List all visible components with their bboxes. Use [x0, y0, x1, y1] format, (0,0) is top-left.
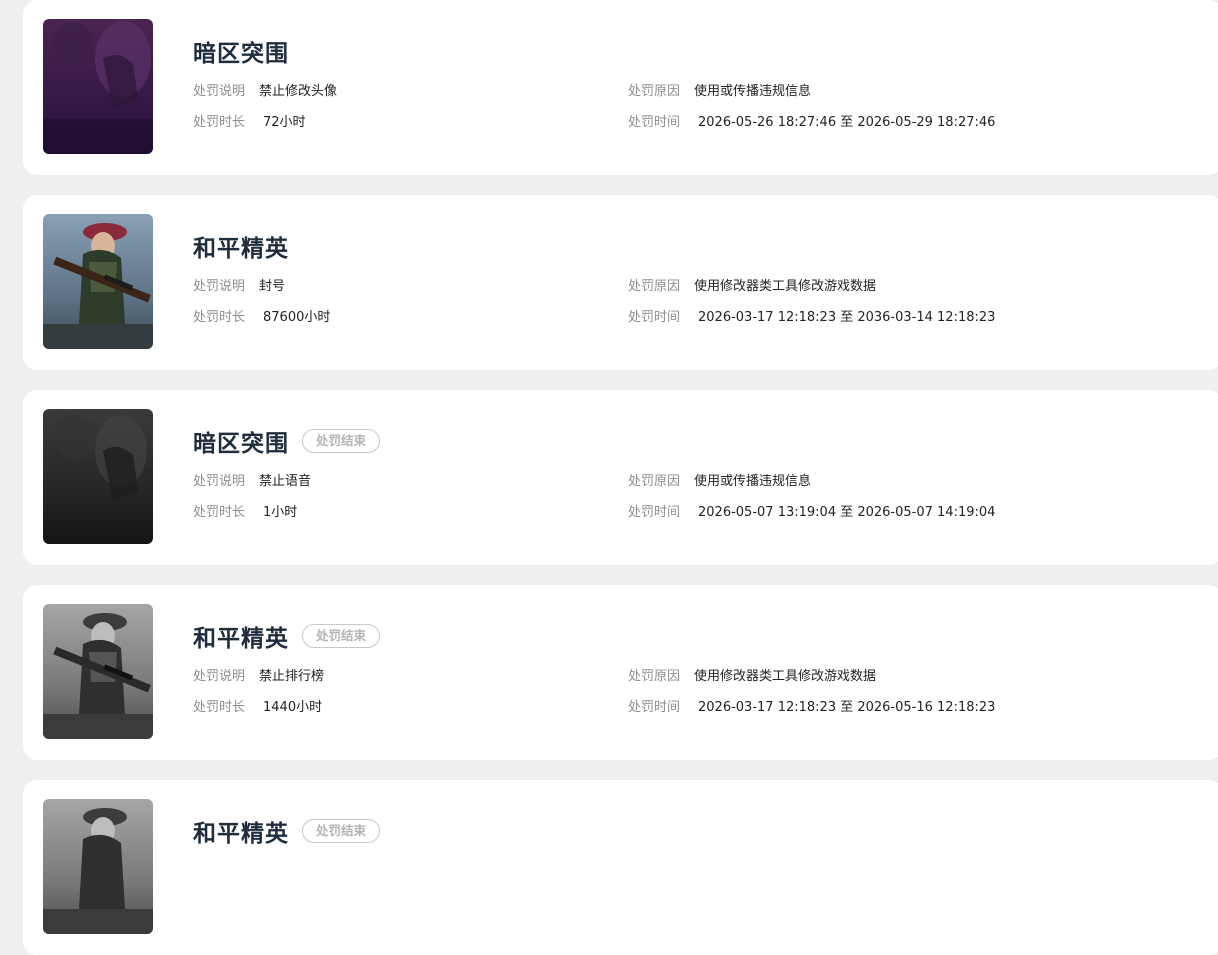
desc-value: 禁止排行榜: [259, 669, 325, 684]
reason-value: 使用修改器类工具修改游戏数据: [694, 669, 877, 684]
game-title: 和平精英: [193, 821, 289, 847]
time-value: 2026-05-07 13:19:04 至 2026-05-07 14:19:0…: [698, 505, 996, 520]
penalty-duration: 处罚时长 87600小时: [193, 306, 330, 325]
time-label: 处罚时间: [628, 700, 681, 715]
duration-label: 处罚时长: [193, 505, 246, 520]
penalty-record-card: 暗区突围 处罚结束 处罚说明 禁止语音 处罚原因 使用或传播违规信息 处罚时长 1小时…: [23, 390, 1218, 565]
reason-label: 处罚原因: [628, 279, 681, 294]
game-title: 和平精英: [193, 236, 289, 262]
penalty-record-card: 和平精英 处罚说明 封号 处罚原因 使用修改器类工具修改游戏数据 处罚时长 87600…: [23, 195, 1218, 370]
reason-value: 使用修改器类工具修改游戏数据: [694, 279, 877, 294]
penalty-description: 处罚说明 禁止排行榜: [193, 665, 324, 684]
status-badge: 处罚结束: [302, 429, 381, 453]
penalty-time: 处罚时间 2026-03-17 12:18:23 至 2026-05-16 12:…: [628, 696, 995, 715]
time-value: 2026-03-17 12:18:23 至 2036-03-14 12:18:2…: [698, 310, 996, 325]
desc-label: 处罚说明: [193, 84, 246, 99]
desc-label: 处罚说明: [193, 669, 246, 684]
penalty-time: 处罚时间 2026-03-17 12:18:23 至 2036-03-14 12:…: [628, 306, 995, 325]
record-title-row: 和平精英 处罚结束: [193, 814, 381, 848]
duration-value: 87600小时: [263, 310, 331, 325]
penalty-description: 处罚说明 禁止修改头像: [193, 80, 337, 99]
reason-value: 使用或传播违规信息: [694, 474, 812, 489]
game-thumbnail: [43, 799, 153, 934]
penalty-record-card: 暗区突围 处罚说明 禁止修改头像 处罚原因 使用或传播违规信息 处罚时长 72小时 处…: [23, 0, 1218, 175]
record-title-row: 暗区突围: [193, 34, 289, 68]
penalty-reason: 处罚原因 使用或传播违规信息: [628, 80, 811, 99]
reason-label: 处罚原因: [628, 474, 681, 489]
desc-label: 处罚说明: [193, 474, 246, 489]
game-title: 暗区突围: [193, 41, 289, 67]
record-title-row: 和平精英 处罚结束: [193, 619, 381, 653]
game-thumbnail: [43, 214, 153, 349]
penalty-reason: 处罚原因 使用或传播违规信息: [628, 470, 811, 489]
penalty-duration: 处罚时长 72小时: [193, 111, 306, 130]
duration-value: 72小时: [263, 115, 306, 130]
status-badge: 处罚结束: [302, 819, 381, 843]
duration-value: 1小时: [263, 505, 298, 520]
reason-label: 处罚原因: [628, 669, 681, 684]
time-label: 处罚时间: [628, 505, 681, 520]
penalty-reason: 处罚原因 使用修改器类工具修改游戏数据: [628, 275, 876, 294]
duration-value: 1440小时: [263, 700, 323, 715]
penalty-reason: 处罚原因 使用修改器类工具修改游戏数据: [628, 665, 876, 684]
game-thumbnail: [43, 604, 153, 739]
time-label: 处罚时间: [628, 115, 681, 130]
time-value: 2026-03-17 12:18:23 至 2026-05-16 12:18:2…: [698, 700, 996, 715]
game-thumbnail: [43, 19, 153, 154]
reason-label: 处罚原因: [628, 84, 681, 99]
duration-label: 处罚时长: [193, 310, 246, 325]
desc-label: 处罚说明: [193, 279, 246, 294]
desc-value: 禁止语音: [259, 474, 312, 489]
game-title: 和平精英: [193, 626, 289, 652]
time-value: 2026-05-26 18:27:46 至 2026-05-29 18:27:4…: [698, 115, 996, 130]
penalty-duration: 处罚时长 1小时: [193, 501, 297, 520]
record-title-row: 暗区突围 处罚结束: [193, 424, 381, 458]
penalty-time: 处罚时间 2026-05-26 18:27:46 至 2026-05-29 18:…: [628, 111, 995, 130]
game-thumbnail: [43, 409, 153, 544]
desc-value: 禁止修改头像: [259, 84, 338, 99]
penalty-description: 处罚说明 禁止语音: [193, 470, 311, 489]
record-title-row: 和平精英: [193, 229, 289, 263]
time-label: 处罚时间: [628, 310, 681, 325]
duration-label: 处罚时长: [193, 115, 246, 130]
penalty-time: 处罚时间 2026-05-07 13:19:04 至 2026-05-07 14:…: [628, 501, 995, 520]
penalty-record-card: 和平精英 处罚结束: [23, 780, 1218, 955]
duration-label: 处罚时长: [193, 700, 246, 715]
reason-value: 使用或传播违规信息: [694, 84, 812, 99]
penalty-duration: 处罚时长 1440小时: [193, 696, 322, 715]
penalty-description: 处罚说明 封号: [193, 275, 285, 294]
status-badge: 处罚结束: [302, 624, 381, 648]
penalty-record-card: 和平精英 处罚结束 处罚说明 禁止排行榜 处罚原因 使用修改器类工具修改游戏数据 处…: [23, 585, 1218, 760]
game-title: 暗区突围: [193, 431, 289, 457]
desc-value: 封号: [259, 279, 286, 294]
